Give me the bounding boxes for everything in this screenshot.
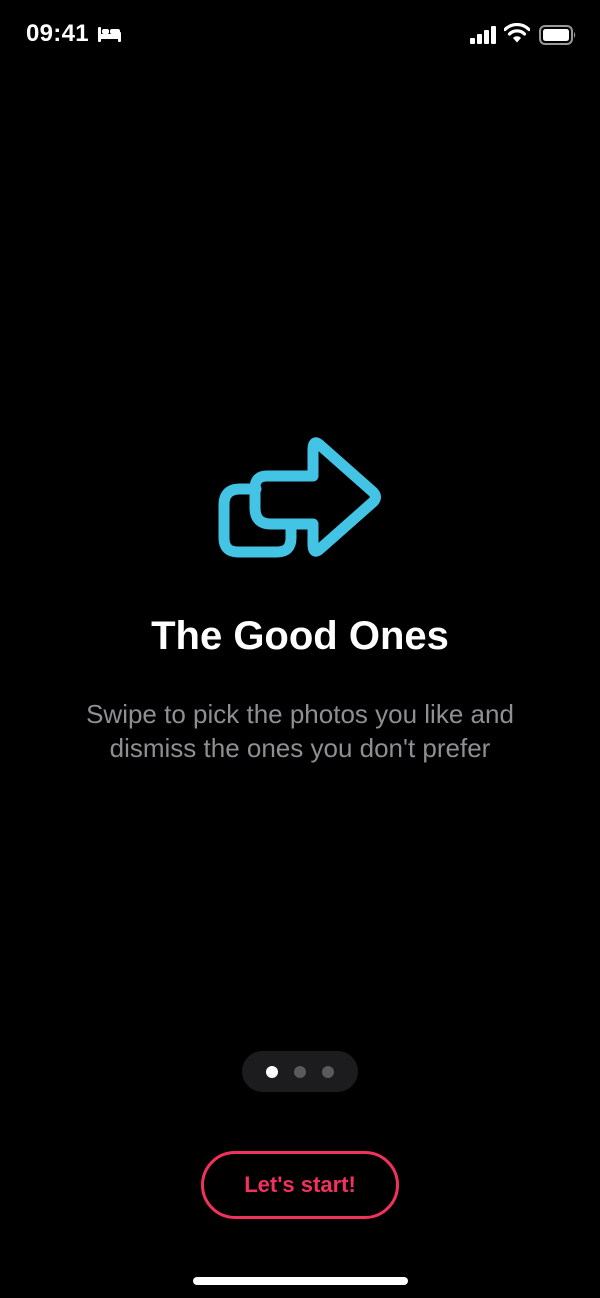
subtitle-line-2: dismiss the ones you don't prefer [109,733,491,763]
status-time: 09:41 [26,20,89,47]
subtitle-line-1: Swipe to pick the photos you like and [86,699,514,729]
page-dot-3[interactable] [322,1066,334,1078]
home-indicator[interactable] [193,1277,408,1285]
battery-icon [539,25,576,45]
bed-icon [98,27,121,42]
onboarding-title: The Good Ones [151,614,449,658]
status-bar: 09:41 [0,0,600,70]
page-dot-2[interactable] [294,1066,306,1078]
swipe-arrow-icon [218,437,381,558]
cellular-signal-icon [470,26,496,44]
page-indicator[interactable] [242,1051,358,1092]
page-dot-1[interactable] [266,1066,278,1078]
wifi-icon [504,23,530,43]
lets-start-button[interactable]: Let's start! [201,1151,399,1219]
onboarding-subtitle: Swipe to pick the photos you like and di… [50,697,550,765]
